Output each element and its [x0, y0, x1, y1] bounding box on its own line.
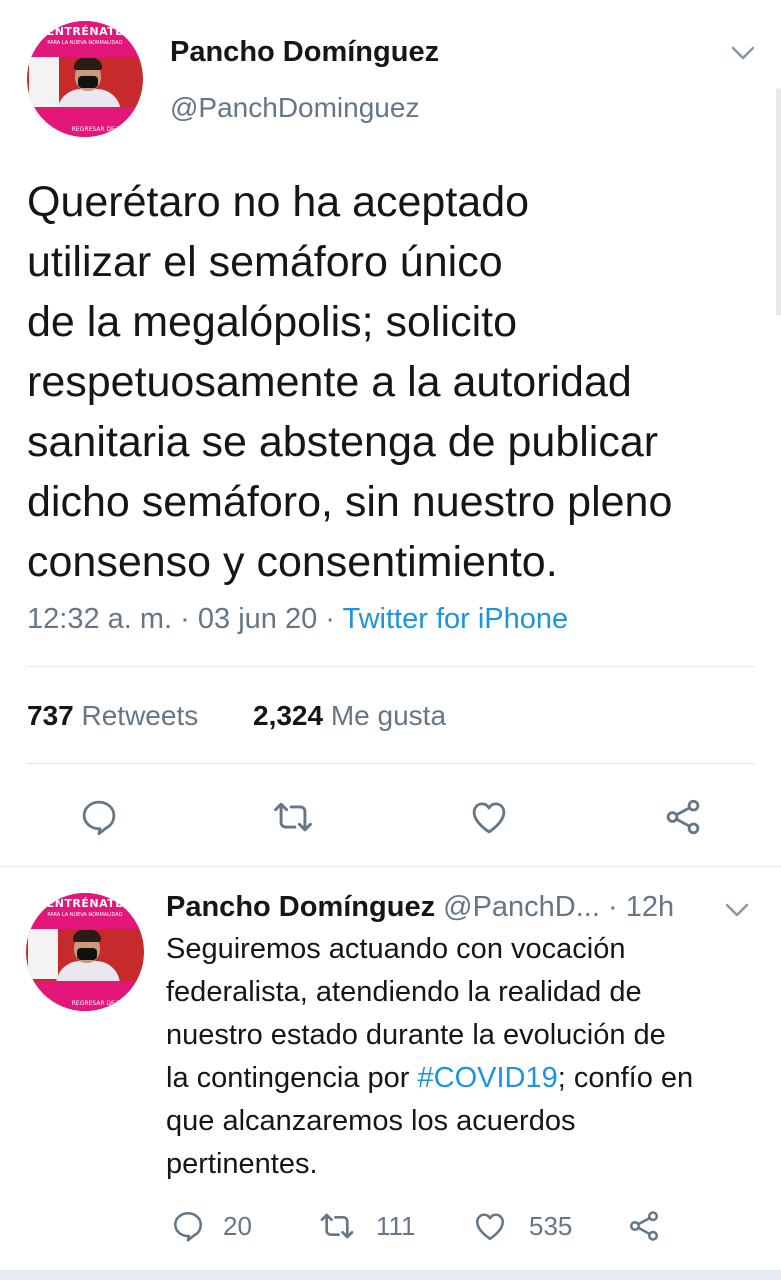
reply-header: Pancho Domínguez @PanchD... · 12h: [166, 891, 674, 924]
likes-stat[interactable]: 2,324 Me gusta: [253, 700, 446, 732]
divider: [0, 866, 781, 867]
retweet-icon[interactable]: [316, 1206, 358, 1246]
bottom-divider: [0, 1270, 781, 1280]
scrollbar[interactable]: [776, 88, 781, 316]
share-icon[interactable]: [624, 1206, 664, 1246]
divider: [27, 763, 755, 764]
hashtag-link[interactable]: #COVID19: [418, 1062, 558, 1094]
retweets-count: 737: [27, 700, 74, 731]
chevron-down-icon[interactable]: [722, 897, 752, 923]
tweet-age[interactable]: · 12h: [608, 891, 674, 923]
reply-icon[interactable]: [76, 794, 122, 840]
retweets-label: Retweets: [81, 700, 199, 731]
author-name[interactable]: Pancho Domínguez: [170, 36, 439, 69]
retweets-stat[interactable]: 737 Retweets: [27, 700, 198, 732]
reply-tweet-text: Seguiremos actuando con vocación federal…: [166, 928, 766, 1186]
like-heart-icon[interactable]: [470, 1206, 510, 1246]
likes-count: 2,324: [253, 700, 324, 731]
reply-count: 20: [223, 1211, 252, 1241]
reply-icon[interactable]: [168, 1206, 208, 1246]
author-name[interactable]: Pancho Domínguez: [166, 891, 435, 923]
chevron-down-icon[interactable]: [728, 40, 758, 66]
tweet-metadata: 12:32 a. m. · 03 jun 20 · Twitter for iP…: [27, 603, 568, 636]
like-count: 535: [529, 1211, 573, 1241]
avatar[interactable]: ENTRÉNATE PARA LA NUEVA NORMALIDAD REGRE…: [27, 21, 143, 137]
author-handle[interactable]: @PanchDominguez: [170, 92, 419, 124]
meta-separator: ·: [325, 603, 335, 635]
tweet-text: Querétaro no ha aceptado utilizar el sem…: [27, 178, 673, 586]
tweet-source-link[interactable]: Twitter for iPhone: [343, 603, 569, 635]
divider: [27, 666, 755, 667]
tweet-time: 12:32 a. m.: [27, 603, 173, 635]
retweet-count: 111: [376, 1211, 416, 1241]
retweet-icon[interactable]: [270, 794, 316, 840]
meta-separator: ·: [180, 603, 190, 635]
like-heart-icon[interactable]: [466, 794, 512, 840]
share-icon[interactable]: [660, 794, 706, 840]
avatar[interactable]: ENTRÉNATE PARA LA NUEVA NORMALIDAD REGRE…: [26, 893, 144, 1011]
tweet-date[interactable]: 03 jun 20: [198, 603, 317, 635]
likes-label: Me gusta: [330, 700, 447, 731]
author-handle[interactable]: @PanchD...: [443, 891, 600, 923]
